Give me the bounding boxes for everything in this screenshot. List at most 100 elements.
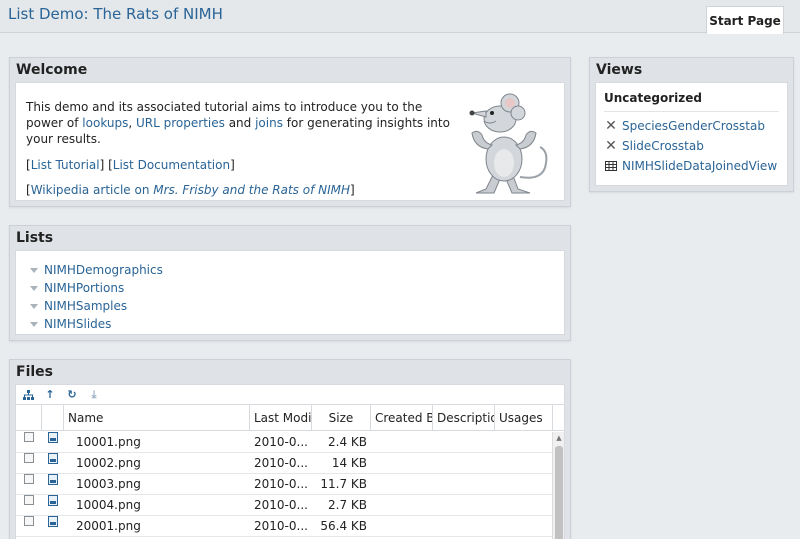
file-size: 11.7 KB: [320, 476, 367, 491]
image-file-icon-cell: [42, 515, 64, 537]
file-size: 56.4 KB: [320, 518, 367, 533]
icon-column: [42, 405, 64, 431]
image-file-icon-cell: [42, 494, 64, 516]
scrollbar-thumb[interactable]: [555, 446, 563, 539]
lists-title: Lists: [16, 230, 54, 246]
select-all-column[interactable]: [16, 405, 42, 431]
file-name[interactable]: 10001.png: [64, 432, 250, 453]
files-body: ↑ ↻ ⤓ Name Last Modi Size Created By Des…: [15, 384, 565, 539]
view-link[interactable]: NIMHSlideDataJoinedView: [622, 159, 777, 173]
refresh-icon[interactable]: ↻: [66, 388, 78, 401]
file-name[interactable]: 10003.png: [64, 474, 250, 495]
expand-arrow-icon[interactable]: [30, 285, 38, 291]
table-row[interactable]: 10003.png 2010-0... 11.7 KB: [16, 473, 552, 495]
file-size: 14 KB: [331, 455, 367, 470]
lookups-link[interactable]: lookups: [82, 116, 128, 130]
lists-body: NIMHDemographics NIMHPortions NIMHSample…: [15, 250, 565, 335]
files-title: Files: [16, 364, 53, 380]
row-checkbox-cell: [16, 515, 42, 537]
row-checkbox[interactable]: [24, 473, 34, 484]
crosstab-icon: ✕: [605, 118, 617, 134]
view-link[interactable]: SpeciesGenderCrosstab: [622, 119, 765, 133]
expand-arrow-icon[interactable]: [30, 321, 38, 327]
list-item[interactable]: NIMHSamples: [30, 297, 550, 315]
view-item[interactable]: ✕ SpeciesGenderCrosstab: [604, 116, 779, 136]
row-checkbox[interactable]: [24, 452, 34, 463]
column-header-usages[interactable]: Usages: [495, 405, 553, 431]
views-title: Views: [596, 62, 643, 78]
file-modified: 2010-0...: [254, 455, 308, 470]
bracket: ]: [350, 183, 355, 197]
table-row[interactable]: 20001.png 2010-0... 56.4 KB: [16, 515, 552, 537]
image-file-icon: [48, 473, 58, 485]
list-link[interactable]: NIMHSamples: [44, 297, 127, 315]
list-documentation-link[interactable]: List Documentation: [113, 158, 230, 172]
joins-link[interactable]: joins: [255, 116, 283, 130]
table-row[interactable]: 10002.png 2010-0... 14 KB: [16, 452, 552, 474]
column-header-name[interactable]: Name: [64, 405, 250, 431]
scroll-up-icon[interactable]: ▲: [553, 432, 565, 444]
row-checkbox[interactable]: [24, 432, 34, 442]
image-file-icon: [48, 432, 58, 443]
files-toolbar: ↑ ↻ ⤓: [16, 385, 564, 405]
crosstab-icon: ✕: [605, 138, 617, 154]
list-tutorial-link[interactable]: List Tutorial: [31, 158, 100, 172]
file-name[interactable]: 10002.png: [64, 453, 250, 474]
view-link[interactable]: SlideCrosstab: [622, 139, 704, 153]
image-file-icon-cell: [42, 432, 64, 453]
column-header-size[interactable]: Size: [312, 405, 371, 431]
image-file-icon-cell: [42, 473, 64, 495]
url-properties-link[interactable]: URL properties: [136, 116, 225, 130]
image-file-icon: [48, 515, 58, 527]
view-item[interactable]: ✕ SlideCrosstab: [604, 136, 779, 156]
list-item[interactable]: NIMHDemographics: [30, 261, 550, 279]
bracket: ]: [230, 158, 235, 172]
image-file-icon: [48, 452, 58, 464]
wiki-link-text: Wikipedia article on: [30, 183, 154, 197]
rat-mascot-icon: [469, 93, 548, 194]
up-folder-icon[interactable]: ↑: [44, 388, 56, 401]
table-row[interactable]: 10004.png 2010-0... 2.7 KB: [16, 494, 552, 516]
file-modified: 2010-0...: [254, 434, 308, 449]
list-item[interactable]: NIMHSlides: [30, 315, 550, 333]
column-header-created-by[interactable]: Created By: [371, 405, 433, 431]
file-modified: 2010-0...: [254, 518, 308, 533]
download-icon[interactable]: ⤓: [88, 388, 100, 401]
file-size: 2.7 KB: [328, 497, 367, 512]
file-name[interactable]: 20001.png: [64, 516, 250, 537]
page-header: List Demo: The Rats of NIMH Start Page: [0, 0, 800, 34]
row-checkbox[interactable]: [24, 515, 34, 526]
views-category: Uncategorized: [604, 91, 779, 112]
view-item[interactable]: NIMHSlideDataJoinedView: [604, 156, 779, 176]
file-size: 2.4 KB: [328, 434, 367, 449]
files-scrollbar[interactable]: ▲: [552, 432, 564, 539]
tab-start-page[interactable]: Start Page: [706, 6, 784, 34]
files-grid-header: Name Last Modi Size Created By Descripti…: [16, 405, 564, 431]
grid-icon: [604, 159, 618, 173]
row-checkbox[interactable]: [24, 494, 34, 505]
expand-arrow-icon[interactable]: [30, 267, 38, 273]
welcome-intro: This demo and its associated tutorial ai…: [26, 99, 456, 147]
views-body: Uncategorized ✕ SpeciesGenderCrosstab ✕ …: [595, 82, 788, 186]
file-modified: 2010-0...: [254, 497, 308, 512]
row-checkbox-cell: [16, 473, 42, 495]
welcome-body: This demo and its associated tutorial ai…: [15, 82, 565, 201]
expand-arrow-icon[interactable]: [30, 303, 38, 309]
image-file-icon: [48, 494, 58, 506]
file-name[interactable]: 10004.png: [64, 495, 250, 516]
table-row[interactable]: 10001.png 2010-0... 2.4 KB: [16, 432, 552, 453]
column-header-modified[interactable]: Last Modi: [250, 405, 312, 431]
row-checkbox-cell: [16, 494, 42, 516]
list-item[interactable]: NIMHPortions: [30, 279, 550, 297]
bracket: ] [: [99, 158, 113, 172]
list-link[interactable]: NIMHPortions: [44, 279, 124, 297]
folder-tree-icon[interactable]: [22, 389, 34, 401]
column-header-description[interactable]: Descriptio: [433, 405, 495, 431]
project-title-link[interactable]: List Demo: The Rats of NIMH: [8, 5, 223, 23]
intro-separator: ,: [128, 116, 137, 130]
views-webpart: Views Uncategorized ✕ SpeciesGenderCross…: [589, 57, 794, 192]
wikipedia-link[interactable]: Wikipedia article on Mrs. Frisby and the…: [31, 183, 350, 197]
list-link[interactable]: NIMHDemographics: [44, 261, 163, 279]
lists-webpart: Lists NIMHDemographics NIMHPortions NIMH…: [9, 225, 571, 341]
list-link[interactable]: NIMHSlides: [44, 315, 111, 333]
